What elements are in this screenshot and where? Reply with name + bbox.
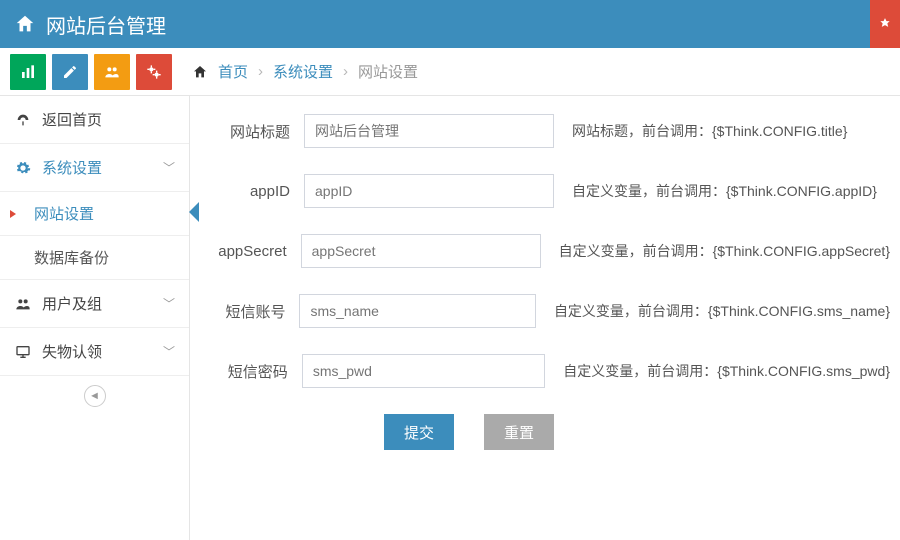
sidebar-item-label: 用户及组 [42, 293, 102, 314]
form-row-appid: appID 自定义变量，前台调用：{$Think.CONFIG.appID} [214, 174, 890, 208]
sidebar-collapse-button[interactable]: ◄ [0, 376, 189, 416]
form-hint: 自定义变量，前台调用：{$Think.CONFIG.sms_name} [554, 301, 890, 321]
form-row-title: 网站标题 网站标题，前台调用：{$Think.CONFIG.title} [214, 114, 890, 148]
gear-icon [14, 160, 32, 176]
sidebar-item-label: 数据库备份 [34, 247, 109, 268]
breadcrumb: 首页 › 系统设置 › 网站设置 [192, 61, 418, 82]
appid-input[interactable] [304, 174, 554, 208]
form-hint: 自定义变量，前台调用：{$Think.CONFIG.appSecret} [559, 241, 890, 261]
chevron-down-icon: ﹀ [163, 159, 175, 176]
form-label: 短信账号 [214, 301, 285, 322]
sidebar-item-label: 网站设置 [34, 203, 94, 224]
form-label: 短信密码 [214, 361, 288, 382]
chevron-down-icon: ﹀ [163, 295, 175, 312]
form-area: 网站标题 网站标题，前台调用：{$Think.CONFIG.title} app… [190, 96, 900, 540]
sidebar-sub-db-backup[interactable]: 数据库备份 [0, 236, 189, 280]
sidebar-item-system-settings[interactable]: 系统设置 ﹀ [0, 144, 189, 192]
chevron-left-icon: ◄ [84, 385, 106, 407]
title-input[interactable] [304, 114, 554, 148]
active-pointer-icon [189, 202, 199, 222]
form-row-smspwd: 短信密码 自定义变量，前台调用：{$Think.CONFIG.sms_pwd} [214, 354, 890, 388]
toolbar-edit-button[interactable] [52, 54, 88, 90]
sub-row: 首页 › 系统设置 › 网站设置 [0, 48, 900, 96]
dashboard-icon [14, 112, 32, 128]
form-label: appSecret [214, 243, 287, 260]
breadcrumb-system[interactable]: 系统设置 [273, 61, 333, 82]
chevron-right-icon: › [258, 63, 263, 80]
sidebar-item-label: 系统设置 [42, 157, 102, 178]
home-icon [14, 13, 36, 35]
reset-button[interactable]: 重置 [484, 414, 554, 450]
page-title: 网站后台管理 [46, 10, 166, 39]
breadcrumb-home[interactable]: 首页 [218, 61, 248, 82]
form-hint: 自定义变量，前台调用：{$Think.CONFIG.sms_pwd} [563, 361, 890, 381]
top-header: 网站后台管理 [0, 0, 900, 48]
form-row-smsname: 短信账号 自定义变量，前台调用：{$Think.CONFIG.sms_name} [214, 294, 890, 328]
sidebar-sub-site-settings[interactable]: 网站设置 [0, 192, 189, 236]
chevron-down-icon: ﹀ [163, 343, 175, 360]
toolbar-button-group [0, 54, 172, 90]
sidebar-item-users-groups[interactable]: 用户及组 ﹀ [0, 280, 189, 328]
sidebar-item-label: 失物认领 [42, 341, 102, 362]
sidebar-item-label: 返回首页 [42, 109, 102, 130]
header-corner-button[interactable] [870, 0, 900, 48]
form-hint: 自定义变量，前台调用：{$Think.CONFIG.appID} [572, 181, 877, 201]
appsecret-input[interactable] [301, 234, 541, 268]
toolbar-users-button[interactable] [94, 54, 130, 90]
chevron-right-icon: › [343, 63, 348, 80]
form-label: 网站标题 [214, 121, 290, 142]
sidebar-item-lost-found[interactable]: 失物认领 ﹀ [0, 328, 189, 376]
home-icon [192, 64, 208, 80]
sidebar-item-return-home[interactable]: 返回首页 [0, 96, 189, 144]
form-label: appID [214, 183, 290, 200]
form-row-appsecret: appSecret 自定义变量，前台调用：{$Think.CONFIG.appS… [214, 234, 890, 268]
smspwd-input[interactable] [302, 354, 545, 388]
users-icon [14, 296, 32, 312]
breadcrumb-current: 网站设置 [358, 61, 418, 82]
form-hint: 网站标题，前台调用：{$Think.CONFIG.title} [572, 121, 847, 141]
toolbar-settings-button[interactable] [136, 54, 172, 90]
smsname-input[interactable] [299, 294, 535, 328]
sidebar: 返回首页 系统设置 ﹀ 网站设置 数据库备份 用户及组 [0, 96, 190, 540]
submit-button[interactable]: 提交 [384, 414, 454, 450]
toolbar-stats-button[interactable] [10, 54, 46, 90]
monitor-icon [14, 344, 32, 360]
